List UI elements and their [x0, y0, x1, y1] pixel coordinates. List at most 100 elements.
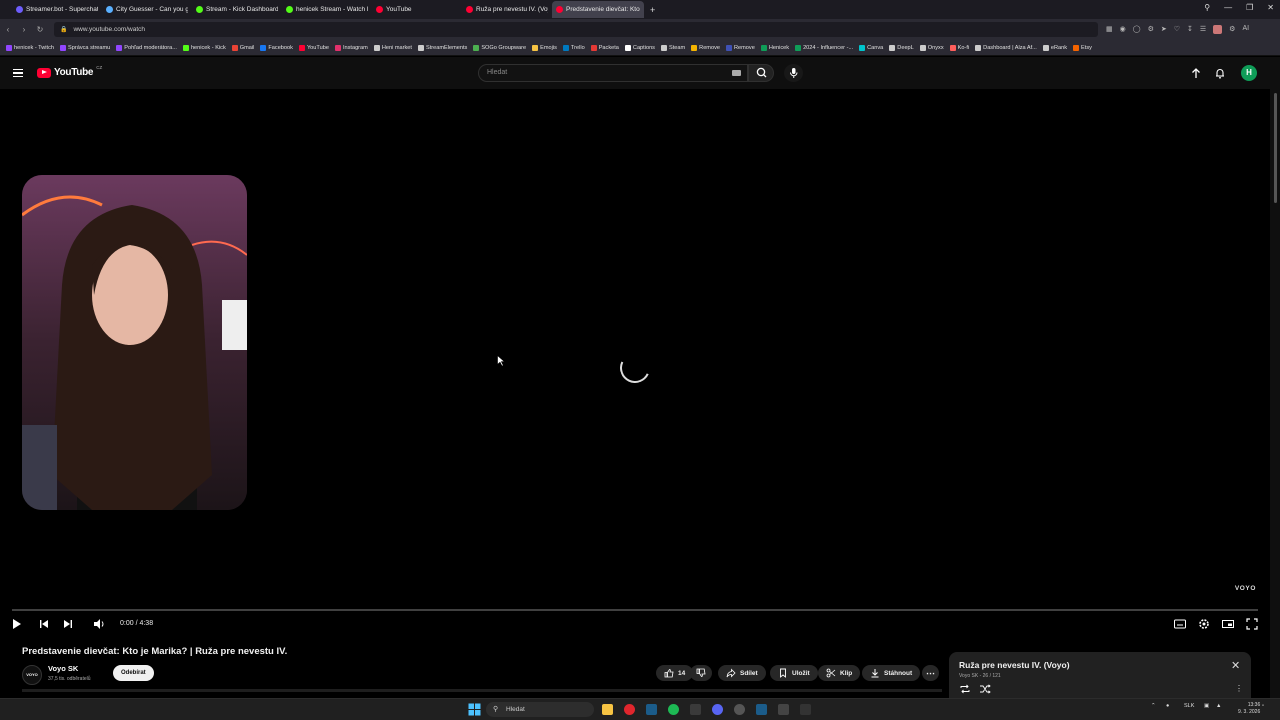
system-clock[interactable]: 13:36 9. 3. 2026	[1238, 702, 1260, 716]
settings-icon[interactable]: ⚙	[1229, 25, 1235, 34]
bookmark-item[interactable]: Canva	[859, 44, 883, 51]
hamburger-menu-icon[interactable]	[13, 69, 23, 77]
reader-icon[interactable]: ▦	[1106, 25, 1113, 34]
windows-start-icon[interactable]	[468, 703, 481, 716]
browser-tab[interactable]: City Guesser - Can you g	[102, 1, 188, 18]
browser-tab[interactable]: henicek Stream - Watch l	[282, 1, 368, 18]
create-upload-icon[interactable]	[1190, 67, 1202, 79]
bookmark-item[interactable]: Henicek	[760, 44, 789, 51]
bookmark-item[interactable]: henicek - Twitch	[6, 44, 54, 51]
spotify-icon[interactable]	[668, 704, 679, 715]
bookmark-item[interactable]: DeepL	[889, 44, 914, 51]
browser-tab[interactable]: Predstavenie dievčat: Kto	[552, 1, 644, 18]
share-button[interactable]: Sdílet	[718, 665, 766, 681]
theater-mode-icon[interactable]	[1221, 617, 1235, 631]
search-input[interactable]: Hledat	[478, 64, 748, 82]
close-playlist-icon[interactable]: ✕	[1231, 659, 1240, 672]
youtube-logo[interactable]: YouTube CZ	[37, 65, 102, 78]
camera-icon[interactable]: ◉	[1120, 25, 1126, 34]
address-bar[interactable]: 🔒 www.youtube.com/watch	[54, 22, 1098, 37]
minimize-button[interactable]: —	[1224, 3, 1232, 12]
language-indicator[interactable]: SLK	[1184, 703, 1194, 709]
ai-icon[interactable]: AI	[1242, 25, 1249, 34]
bookmark-item[interactable]: SOGo Groupware	[473, 44, 526, 51]
network-icon[interactable]: ▣	[1204, 703, 1209, 709]
playlist-menu-icon[interactable]: ⋮	[1235, 684, 1243, 693]
send-icon[interactable]: ➤	[1161, 25, 1167, 34]
bookmark-item[interactable]: Dashboard | Alza Af...	[975, 44, 1037, 51]
app-icon-9[interactable]	[756, 704, 767, 715]
browser-tab[interactable]: Stream - Kick Dashboard	[192, 1, 278, 18]
opera-browser-icon[interactable]	[624, 704, 635, 715]
tray-mic-icon[interactable]: ●	[1166, 703, 1169, 709]
video-player[interactable]: VOYO 0:00 / 4:38	[0, 89, 1270, 638]
voice-search-button[interactable]	[784, 64, 803, 82]
fullscreen-icon[interactable]	[1245, 617, 1259, 631]
bookmark-item[interactable]: Steam	[660, 44, 685, 51]
bookmark-item[interactable]: Packeta	[590, 44, 619, 51]
clip-button[interactable]: Klip	[818, 665, 861, 681]
bookmark-item[interactable]: Pohľad moderátora...	[116, 44, 177, 51]
bookmark-item[interactable]: Instagram	[334, 44, 368, 51]
bookmark-item[interactable]: Správca streamu	[60, 44, 110, 51]
bookmark-item[interactable]: Trello	[562, 44, 585, 51]
more-actions-button[interactable]: ⋯	[922, 665, 939, 681]
discord-icon[interactable]	[712, 704, 723, 715]
browser-tab[interactable]: Ruža pre nevestu IV. (Voyo)	[462, 1, 548, 18]
bookmark-item[interactable]: YouTube	[298, 44, 329, 51]
bookmark-item[interactable]: Captions	[624, 44, 655, 51]
bookmark-item[interactable]: Facebook	[260, 44, 293, 51]
subscribe-button[interactable]: Odebírat	[113, 665, 154, 681]
browser-tab[interactable]: Streamer.bot - Superchat	[12, 1, 98, 18]
bookmark-item[interactable]: Ko-fi	[949, 44, 969, 51]
like-button[interactable]: 14	[656, 665, 694, 681]
menu-icon[interactable]: ☰	[1200, 25, 1206, 34]
bookmark-item[interactable]: Heni market	[373, 44, 412, 51]
back-button[interactable]: ‹	[0, 25, 16, 34]
playlist-title[interactable]: Ruža pre nevestu IV. (Voyo)	[959, 660, 1070, 670]
previous-icon[interactable]	[38, 617, 50, 631]
bookmark-item[interactable]: StreamElements	[417, 44, 467, 51]
settings-gear-icon[interactable]	[1197, 617, 1211, 631]
bookmark-item[interactable]: Remove	[691, 44, 720, 51]
search-tabs-icon[interactable]: ⚲	[1204, 3, 1210, 12]
play-icon[interactable]	[11, 617, 23, 631]
notification-center-icon[interactable]: ▫	[1262, 703, 1264, 709]
channel-avatar[interactable]: VOYO	[22, 665, 42, 685]
subtitles-icon[interactable]	[1173, 617, 1187, 631]
app-icon-6[interactable]	[690, 704, 701, 715]
close-window-button[interactable]: ✕	[1267, 3, 1274, 12]
dislike-button[interactable]	[690, 665, 712, 681]
bookmark-item[interactable]: Emojis	[532, 44, 557, 51]
profile-icon[interactable]	[1213, 25, 1223, 34]
extension-icon[interactable]: ⚙	[1148, 25, 1154, 34]
next-icon[interactable]	[62, 617, 74, 631]
bookmark-item[interactable]: henicek - Kick	[182, 44, 226, 51]
bookmark-item[interactable]: Gmail	[231, 44, 254, 51]
download-button[interactable]: Stáhnout	[862, 665, 921, 681]
shield-icon[interactable]: ◯	[1133, 25, 1141, 34]
page-scrollbar[interactable]	[1270, 89, 1280, 698]
keyboard-icon[interactable]	[732, 70, 741, 76]
search-button[interactable]	[748, 64, 774, 82]
account-avatar[interactable]: H	[1241, 65, 1257, 81]
terminal-icon[interactable]	[800, 704, 811, 715]
heart-icon[interactable]: ♡	[1174, 25, 1180, 34]
tray-chevron-icon[interactable]: ⌃	[1151, 703, 1156, 709]
bookmark-item[interactable]: Remove	[726, 44, 755, 51]
volume-icon[interactable]	[92, 617, 106, 631]
forward-button[interactable]: ›	[16, 25, 32, 34]
notifications-bell-icon[interactable]	[1214, 67, 1226, 79]
shuffle-icon[interactable]	[979, 684, 991, 694]
download-icon[interactable]: ↧	[1187, 25, 1193, 34]
loop-icon[interactable]	[959, 684, 971, 694]
new-tab-button[interactable]: +	[650, 5, 655, 15]
scrollbar-thumb[interactable]	[1274, 93, 1277, 203]
app-icon-8[interactable]	[734, 704, 745, 715]
reload-button[interactable]: ↻	[32, 25, 48, 34]
bookmark-item[interactable]: eRank	[1042, 44, 1067, 51]
save-button[interactable]: Uložit	[770, 665, 818, 681]
file-explorer-icon[interactable]	[602, 704, 613, 715]
taskbar-search[interactable]: ⚲ Hledat	[486, 702, 594, 717]
obs-icon[interactable]	[778, 704, 789, 715]
